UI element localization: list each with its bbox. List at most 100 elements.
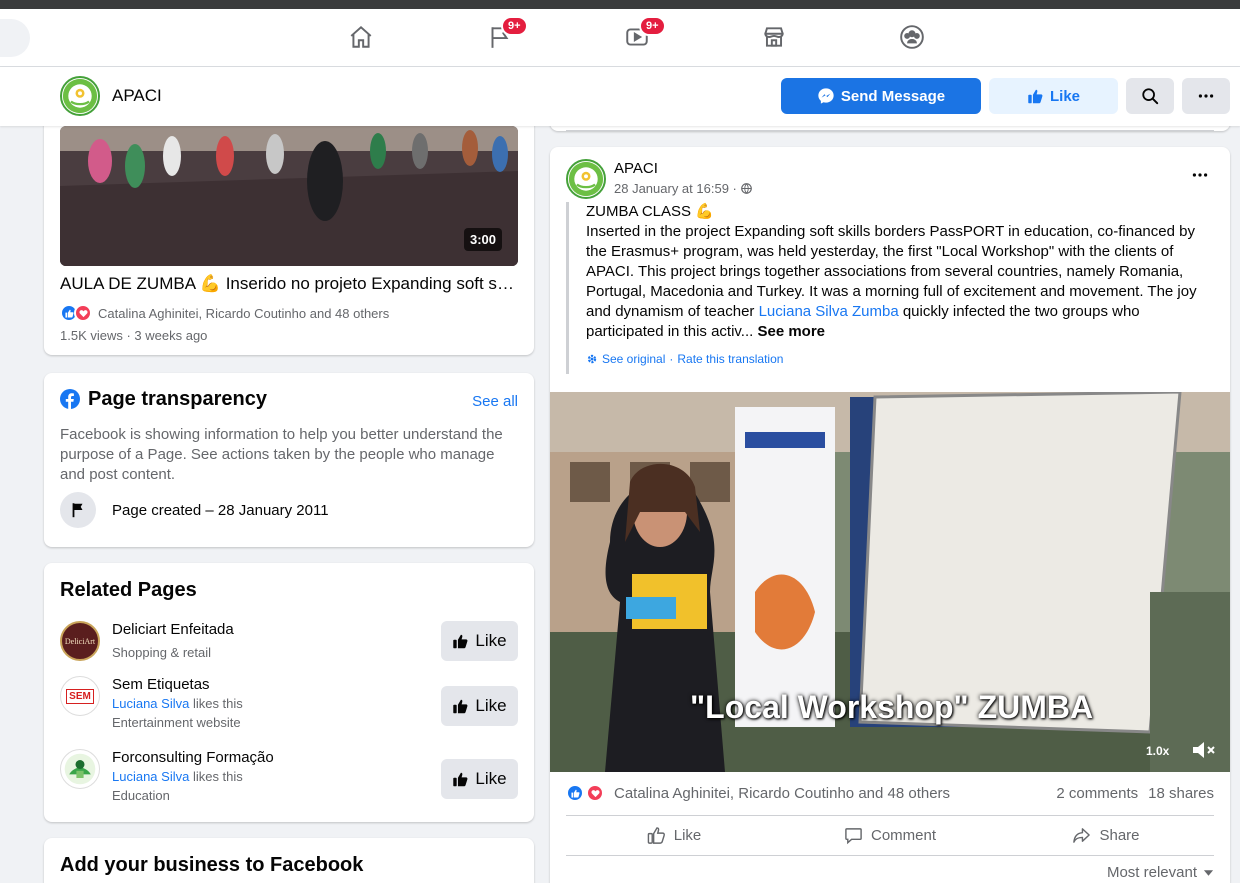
ellipsis-icon xyxy=(1198,94,1214,98)
page-header-bar: APACI Send Message Like xyxy=(0,67,1240,126)
marketplace-icon[interactable] xyxy=(758,21,790,53)
ellipsis-icon xyxy=(1192,173,1208,177)
share-icon xyxy=(1073,827,1091,843)
comment-sort-dropdown[interactable]: Most relevant xyxy=(1107,864,1214,881)
video-meta: 1.5K views · 3 weeks ago xyxy=(60,328,208,343)
related-page-name[interactable]: Forconsulting Formação xyxy=(112,749,274,766)
liker-link[interactable]: Luciana Silva xyxy=(112,696,189,711)
pages-flag-icon[interactable]: 9+ xyxy=(483,16,528,53)
comment-sort-label: Most relevant xyxy=(1106,864,1197,881)
send-message-label: Send Message xyxy=(840,87,946,105)
related-page-name[interactable]: Sem Etiquetas xyxy=(112,676,210,693)
post-body: Inserted in the project Expanding soft s… xyxy=(586,222,1216,342)
see-more-link[interactable]: See more xyxy=(757,323,825,340)
post-heading: ZUMBA CLASS 💪 xyxy=(586,203,714,220)
related-page-like-button[interactable]: Like xyxy=(441,759,518,799)
translation-links: See original · Rate this translation xyxy=(586,349,1216,369)
globe-icon xyxy=(740,183,752,194)
thumbs-up-icon xyxy=(453,772,468,786)
translation-separator: · xyxy=(669,352,674,366)
mentioned-page-link[interactable]: Luciana Silva Zumba xyxy=(759,303,899,320)
watch-icon[interactable]: 9+ xyxy=(621,16,666,53)
post-reactions[interactable]: Catalina Aghinitei, Ricardo Coutinho and… xyxy=(566,784,950,802)
video-duration: 3:00 xyxy=(463,228,502,251)
playback-speed-button[interactable]: 1.0x xyxy=(1146,744,1169,758)
post-actions: Like Comment Share xyxy=(566,817,1214,853)
page-avatar[interactable] xyxy=(60,76,100,116)
related-page-item: SEM Sem Etiquetas Luciana Silva likes th… xyxy=(60,676,518,736)
add-business-title[interactable]: Add your business to Facebook xyxy=(60,854,363,877)
shares-count[interactable]: 18 shares xyxy=(1148,785,1214,802)
related-like-label: Like xyxy=(475,631,507,650)
likes-this-text: likes this xyxy=(189,696,243,711)
mute-icon[interactable] xyxy=(1190,739,1216,761)
post-author-name[interactable]: APACI xyxy=(614,160,658,177)
related-page-category: Shopping & retail xyxy=(112,645,212,660)
sem-etiquetas-logo[interactable]: SEM xyxy=(60,676,100,716)
flag-icon xyxy=(60,492,96,528)
deliciart-logo-text: DeliciArt xyxy=(64,636,96,646)
page-like-button[interactable]: Like xyxy=(989,78,1118,114)
related-page-like-button[interactable]: Like xyxy=(441,686,518,726)
engagement-counts: 2 comments 18 shares xyxy=(1056,785,1214,802)
page-search-button[interactable] xyxy=(1126,78,1174,114)
comment-action-button[interactable]: Comment xyxy=(782,817,998,853)
related-pages-card: Related Pages DeliciArt Deliciart Enfeit… xyxy=(44,563,534,822)
like-action-button[interactable]: Like xyxy=(566,817,782,853)
thumbs-up-icon xyxy=(1028,89,1043,103)
thumbs-up-icon xyxy=(453,699,468,713)
thumbs-up-icon xyxy=(647,826,665,844)
post-options-button[interactable] xyxy=(1186,165,1214,185)
comment-action-label: Comment xyxy=(870,826,937,844)
see-original-link[interactable]: See original xyxy=(602,349,665,369)
gear-icon xyxy=(587,354,597,364)
video-thumbnail[interactable]: 3:00 xyxy=(60,126,518,266)
search-icon xyxy=(1142,88,1159,105)
page-like-label: Like xyxy=(1049,87,1080,105)
related-page-item: Forconsulting Formação Luciana Silva lik… xyxy=(60,749,518,809)
groups-icon[interactable] xyxy=(896,21,928,53)
deliciart-logo[interactable]: DeliciArt xyxy=(60,621,100,661)
related-page-like-button[interactable]: Like xyxy=(441,621,518,661)
related-page-liker: Luciana Silva likes this xyxy=(112,769,243,784)
facebook-logo-icon xyxy=(60,389,80,409)
transparency-title: Page transparency xyxy=(88,388,267,410)
love-reaction-icon xyxy=(586,784,604,802)
browser-top-strip xyxy=(0,0,1240,9)
liker-link[interactable]: Luciana Silva xyxy=(112,769,189,784)
comments-count[interactable]: 2 comments xyxy=(1056,785,1138,802)
post-date-text[interactable]: 28 January at 16:59 · xyxy=(614,181,737,196)
thumbs-up-icon xyxy=(453,634,468,648)
video-card: 3:00 AULA DE ZUMBA 💪 Inserido no projeto… xyxy=(44,100,534,355)
sem-etiquetas-logo-text: SEM xyxy=(66,688,94,704)
related-pages-title: Related Pages xyxy=(60,579,197,601)
video-title[interactable]: AULA DE ZUMBA 💪 Inserido no projeto Expa… xyxy=(60,274,520,294)
related-page-name[interactable]: Deliciart Enfeitada xyxy=(112,621,234,638)
post-timestamp: 28 January at 16:59 · xyxy=(614,181,752,196)
love-reaction-icon xyxy=(74,304,92,322)
video-reactions[interactable]: Catalina Aghinitei, Ricardo Coutinho and… xyxy=(60,304,389,322)
post-card: APACI 28 January at 16:59 · ZUMBA CLASS … xyxy=(550,147,1230,883)
likes-this-text: likes this xyxy=(189,769,243,784)
share-action-button[interactable]: Share xyxy=(998,817,1214,853)
forconsulting-logo[interactable] xyxy=(60,749,100,789)
send-message-button[interactable]: Send Message xyxy=(781,78,981,114)
more-options-button[interactable] xyxy=(1182,78,1230,114)
related-page-liker: Luciana Silva likes this xyxy=(112,696,243,711)
post-author-avatar[interactable] xyxy=(566,159,606,199)
related-page-category: Education xyxy=(112,788,170,803)
see-all-link[interactable]: See all xyxy=(472,393,518,410)
messenger-icon xyxy=(818,88,834,104)
search-box[interactable] xyxy=(0,19,30,57)
video-caption: "Local Workshop" ZUMBA xyxy=(690,689,1094,725)
divider xyxy=(566,855,1214,856)
page-created-row: Page created – 28 January 2011 xyxy=(60,492,329,528)
post-stats: Catalina Aghinitei, Ricardo Coutinho and… xyxy=(566,783,1214,805)
page-name: APACI xyxy=(112,86,162,105)
home-icon[interactable] xyxy=(345,21,377,53)
related-like-label: Like xyxy=(475,769,507,788)
post-reactors: Catalina Aghinitei, Ricardo Coutinho and… xyxy=(614,784,951,802)
add-business-card: Add your business to Facebook xyxy=(44,838,534,883)
post-video[interactable]: "Local Workshop" ZUMBA 1.0x xyxy=(550,392,1230,772)
rate-translation-link[interactable]: Rate this translation xyxy=(677,349,783,369)
